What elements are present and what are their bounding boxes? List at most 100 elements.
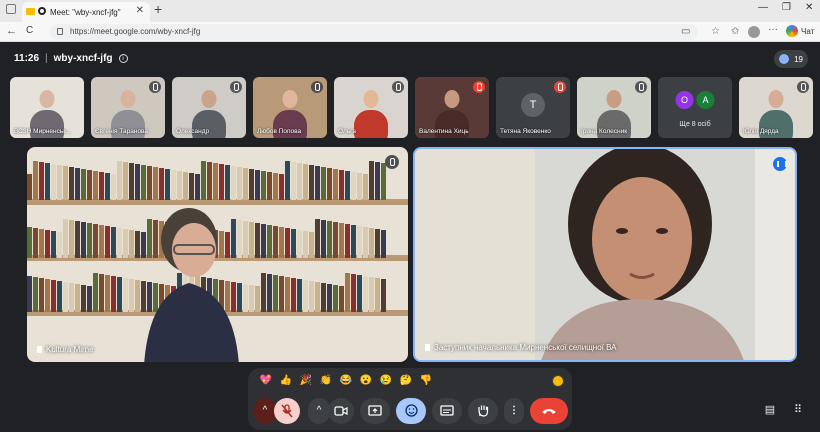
tile-label-deputy: Заступник начальника Мирненської селищно…: [425, 343, 617, 352]
book-spine: [45, 230, 50, 258]
book-spine: [87, 223, 92, 258]
muted-mic-icon: [473, 81, 485, 93]
book-spine: [303, 231, 308, 258]
muted-mic-icon: [554, 81, 566, 93]
book-spine: [63, 282, 68, 312]
book-spine: [321, 167, 326, 200]
book-spine: [111, 276, 116, 312]
participant-thumb[interactable]: Євгенія Таранова: [91, 77, 165, 138]
participant-face: [282, 90, 298, 108]
send-reaction-button[interactable]: [396, 398, 426, 424]
reaction-emoji[interactable]: 😂: [338, 373, 354, 389]
book-spine: [51, 280, 56, 312]
mic-toggle-button[interactable]: [274, 398, 300, 424]
book-spine: [333, 285, 338, 312]
meeting-code: wby-xncf-jfg: [53, 53, 113, 64]
book-spine: [375, 162, 380, 200]
book-spine: [279, 227, 284, 258]
maximize-icon[interactable]: ❐: [782, 2, 791, 13]
tab-close-icon[interactable]: ✕: [136, 5, 144, 16]
reaction-emoji[interactable]: 😮: [358, 373, 374, 389]
participants-badge[interactable]: 19: [774, 50, 808, 68]
book-spine: [309, 232, 314, 258]
browser-menu-icon[interactable]: ···: [768, 24, 778, 35]
chat-label: Чат: [801, 26, 815, 36]
reaction-emoji[interactable]: 👍: [278, 373, 294, 389]
chat-icon[interactable]: ▤: [762, 402, 778, 418]
video-tile-kultura-mirne[interactable]: Kultura Mirne: [27, 147, 408, 362]
book-spine: [351, 172, 356, 200]
new-tab-button[interactable]: +: [154, 1, 162, 17]
window-frame: [755, 149, 795, 360]
address-bar-row: ← C https://meet.google.com/wby-xncf-jfg…: [0, 22, 820, 42]
mic-options-button[interactable]: ^: [254, 398, 276, 424]
reaction-emoji[interactable]: 🤔: [398, 373, 414, 389]
participant-thumb[interactable]: Любов Попова: [253, 77, 327, 138]
back-icon[interactable]: ←: [6, 25, 17, 37]
book-spine: [45, 279, 50, 312]
book-spine: [45, 163, 50, 200]
window-close-icon[interactable]: ✕: [805, 2, 813, 13]
profile-avatar[interactable]: [748, 26, 760, 38]
collections-icon[interactable]: ✩: [731, 26, 739, 37]
leave-call-button[interactable]: [530, 398, 568, 424]
raise-hand-button[interactable]: [468, 398, 498, 424]
participant-thumb[interactable]: Юлія Дярда: [739, 77, 813, 138]
tab-actions-icon[interactable]: [6, 4, 16, 14]
minimize-icon[interactable]: —: [758, 2, 768, 13]
favorite-star-icon[interactable]: ☆: [711, 26, 720, 37]
book-spine: [123, 162, 128, 200]
book-spine: [123, 278, 128, 312]
present-icon: [368, 405, 382, 416]
url-field[interactable]: https://meet.google.com/wby-xncf-jfg: [50, 24, 698, 40]
tile-label-kultura: Kultura Mirne: [37, 345, 94, 354]
book-spine: [339, 286, 344, 312]
url-text: https://meet.google.com/wby-xncf-jfg: [70, 27, 201, 36]
more-options-button[interactable]: ⋮: [504, 398, 524, 424]
skin-tone-picker[interactable]: [552, 375, 564, 387]
more-participants-label: Ще 8 осіб: [679, 121, 711, 128]
meeting-info-icon[interactable]: i: [118, 54, 128, 63]
book-spine: [297, 279, 302, 312]
muted-mic-icon: [311, 81, 323, 93]
video-tile-deputy-head[interactable]: Заступник начальника Мирненської селищно…: [413, 147, 797, 362]
book-spine: [345, 171, 350, 200]
reaction-emoji[interactable]: 👏: [318, 373, 334, 389]
copilot-chat-button[interactable]: Чат: [786, 25, 814, 37]
camera-permission-icon[interactable]: ▭: [681, 26, 690, 37]
present-screen-button[interactable]: [360, 398, 390, 424]
participant-name: Євгенія Таранова: [95, 128, 149, 135]
book-spine: [267, 172, 272, 200]
camera-toggle-button[interactable]: [328, 398, 354, 424]
reload-icon[interactable]: C: [26, 25, 33, 36]
participant-thumb[interactable]: ВСЗН Мирненськ...: [10, 77, 84, 138]
reaction-emoji[interactable]: 💖: [258, 373, 274, 389]
book-spine: [93, 224, 98, 258]
lock-icon: [57, 28, 63, 35]
camera-options-button[interactable]: ^: [308, 398, 330, 424]
participant-thumb[interactable]: O A Ще 8 осіб: [658, 77, 732, 138]
participant-thumb[interactable]: Олександр: [172, 77, 246, 138]
book-spine: [249, 285, 254, 312]
book-spine: [327, 284, 332, 312]
participant-thumb[interactable]: Ірина Колесник: [577, 77, 651, 138]
participant-initial: Т: [521, 93, 545, 117]
reactions-bar: 💖 👍 🎉 👏 😂 😮 😢 🤔 👎: [248, 368, 572, 394]
book-spine: [255, 223, 260, 258]
captions-icon: [440, 405, 454, 416]
book-spine: [279, 276, 284, 312]
activities-icon[interactable]: ⠿: [790, 402, 806, 418]
reaction-emoji[interactable]: 👎: [418, 373, 434, 389]
book-spine: [75, 168, 80, 200]
reaction-emoji[interactable]: 🎉: [298, 373, 314, 389]
participant-name: Юлія Дярда: [743, 128, 779, 135]
tab-meet[interactable]: Meet: "wby-xncf-jfg" ✕: [22, 2, 150, 22]
book-spine: [255, 286, 260, 312]
participant-thumb[interactable]: Валентина Хиць: [415, 77, 489, 138]
reaction-emoji[interactable]: 😢: [378, 373, 394, 389]
captions-button[interactable]: [432, 398, 462, 424]
participant-thumb[interactable]: Т Тетяна Яковенко: [496, 77, 570, 138]
participant-thumb[interactable]: Ольга: [334, 77, 408, 138]
participant-name: Олександр: [176, 128, 210, 135]
book-spine: [93, 273, 98, 312]
